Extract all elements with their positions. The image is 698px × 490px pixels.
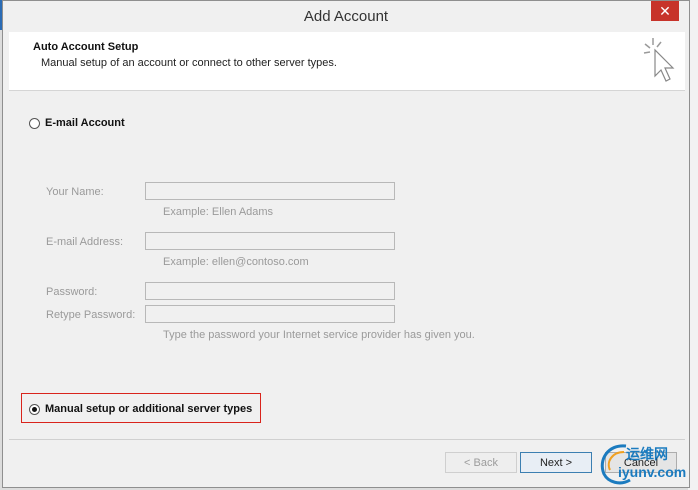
wizard-body [9,91,685,439]
next-button-label: Next > [539,456,573,469]
add-account-dialog: Add Account ✕ Auto Account Setup Manual … [2,0,690,488]
your-name-hint: Example: Ellen Adams [163,206,274,218]
cursor-sparkle-icon [643,38,675,82]
wizard-header: Auto Account Setup Manual setup of an ac… [9,32,685,91]
close-button[interactable]: ✕ [651,1,679,21]
watermark-logo: 运维网 iyunv.com [596,440,696,488]
header-title: Auto Account Setup [33,41,139,53]
retype-password-label: Retype Password: [46,309,136,321]
manual-setup-option[interactable]: Manual setup or additional server types [29,403,252,415]
email-address-label: E-mail Address: [46,236,124,248]
your-name-label: Your Name: [46,186,104,198]
header-subtitle: Manual setup of an account or connect to… [41,57,337,69]
footer-divider [9,439,685,440]
dialog-titlebar: Add Account ✕ [3,1,689,31]
manual-setup-radio[interactable] [29,403,40,415]
email-address-hint: Example: ellen@contoso.com [163,256,309,268]
watermark-text-url: iyunv.com [618,464,687,480]
back-button-label: < Back [464,456,498,469]
back-button[interactable]: < Back [445,452,517,473]
password-hint: Type the password your Internet service … [163,329,475,341]
email-account-label: E-mail Account [45,117,125,129]
close-icon: ✕ [659,2,671,19]
manual-setup-label: Manual setup or additional server types [45,403,253,415]
email-account-option[interactable]: E-mail Account [29,117,125,129]
dialog-title: Add Account [303,7,389,25]
email-account-radio[interactable] [29,117,40,129]
retype-password-input[interactable] [145,305,395,323]
password-label: Password: [46,286,98,298]
your-name-input[interactable] [145,182,395,200]
email-address-input[interactable] [145,232,395,250]
next-button[interactable]: Next > [520,452,592,473]
password-input[interactable] [145,282,395,300]
watermark-text-cn: 运维网 [626,446,668,462]
